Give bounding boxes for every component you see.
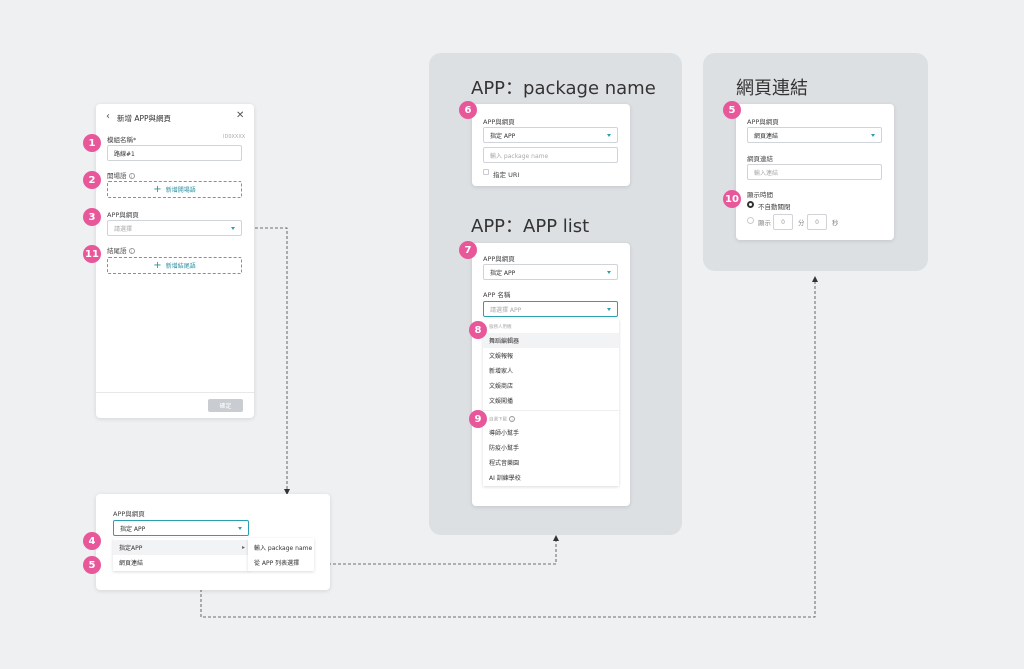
auto-close-label: 不自動關閉 [758, 203, 791, 211]
badge-5b: 5 [723, 101, 741, 119]
link-input[interactable]: 輸入連結 [747, 164, 882, 180]
badge-8: 8 [469, 321, 487, 339]
dropdown-demo: APP與網頁 指定 APP 指定APP ▸ 網頁連結 輸入 package nam… [96, 494, 330, 590]
app-name-select[interactable]: 請選擇 APP [483, 301, 618, 317]
app-name-label: APP 名稱 [483, 291, 511, 299]
close-icon[interactable]: ✕ [236, 110, 244, 121]
applist-panel-title: APP：APP list [471, 216, 590, 237]
group-head-download: 自選下載 i [489, 416, 515, 423]
package-app-select[interactable]: 指定 APP [483, 127, 618, 143]
option-specify-app[interactable]: 指定APP ▸ [113, 540, 249, 555]
applist-card: APP與網頁 指定 APP APP 名稱 請選擇 APP 服務人用機 舞蹈編輯器… [472, 243, 630, 506]
info-icon: i [128, 248, 135, 254]
chevron-down-icon [607, 271, 611, 274]
web-card: APP與網頁 網頁連結 網頁連結 輸入連結 顯示時間 不自動關閉 顯示 0 分 … [736, 104, 894, 240]
name-label: 模組名稱* [107, 136, 137, 144]
web-app-select[interactable]: 網頁連結 [747, 127, 882, 143]
package-name-input[interactable]: 輸入 package name [483, 147, 618, 163]
opening-label: 開場語 i [107, 170, 135, 180]
submenu: 輸入 package name 從 APP 列表選擇 [248, 538, 314, 571]
seconds-input[interactable]: 0 [807, 214, 827, 230]
applist-app-label: APP與網頁 [483, 255, 515, 263]
app-list-menu: 服務人用機 舞蹈編輯器 文娛報報 新增家人 文娛商店 文娛闖播 自選下載 i 導師… [483, 319, 619, 486]
seconds-unit: 秒 [832, 219, 839, 227]
applist-app-select[interactable]: 指定 APP [483, 264, 618, 280]
list-item[interactable]: 防疫小幫手 [483, 440, 619, 455]
minutes-unit: 分 [798, 219, 805, 227]
package-panel-title: APP：package name [471, 78, 656, 99]
footer-divider [96, 392, 254, 393]
badge-11: 11 [83, 245, 101, 263]
badge-9: 9 [469, 410, 487, 428]
group-head-service: 服務人用機 [489, 325, 512, 330]
list-item[interactable]: AI 訓練學校 [483, 470, 619, 485]
list-item[interactable]: 舞蹈編輯器 [483, 333, 619, 348]
list-item[interactable]: 新增家人 [483, 363, 619, 378]
list-item[interactable]: 文娛商店 [483, 378, 619, 393]
list-item[interactable]: 程式音樂園 [483, 455, 619, 470]
submenu-package-name[interactable]: 輸入 package name [248, 540, 314, 555]
menu-divider [483, 410, 619, 411]
list-item[interactable]: 文娛闖播 [483, 393, 619, 408]
badge-5: 5 [83, 556, 101, 574]
link-label: 網頁連結 [747, 155, 773, 163]
show-label: 顯示 [758, 219, 771, 227]
web-panel-title: 網頁連結 [736, 78, 808, 99]
dropdown-select[interactable]: 指定 APP [113, 520, 249, 536]
package-card: APP與網頁 指定 APP 輸入 package name 指定 URI [472, 104, 630, 186]
package-app-label: APP與網頁 [483, 118, 515, 126]
uri-checkbox[interactable] [483, 169, 489, 175]
info-icon: i [509, 416, 515, 422]
chevron-down-icon [231, 227, 235, 230]
badge-1: 1 [83, 134, 101, 152]
option-web-link[interactable]: 網頁連結 [113, 555, 249, 570]
add-opening-button[interactable]: + 新增開場語 [107, 181, 242, 198]
chevron-right-icon: ▸ [241, 544, 245, 551]
form-title: 新增 APP與網頁 [117, 114, 172, 123]
chevron-down-icon [607, 134, 611, 137]
uri-label: 指定 URI [493, 171, 520, 179]
badge-4: 4 [83, 532, 101, 550]
submenu-app-list[interactable]: 從 APP 列表選擇 [248, 555, 314, 570]
show-radio[interactable] [747, 217, 754, 224]
chevron-down-icon [607, 308, 611, 311]
chevron-down-icon [238, 527, 242, 530]
badge-3: 3 [83, 208, 101, 226]
minutes-input[interactable]: 0 [773, 214, 793, 230]
name-input[interactable]: 路線#1 [107, 145, 242, 161]
back-chevron-icon[interactable]: ‹ [106, 111, 110, 122]
web-app-label: APP與網頁 [747, 118, 779, 126]
badge-10: 10 [723, 190, 741, 208]
app-select[interactable]: 請選擇 [107, 220, 242, 236]
dropdown-label: APP與網頁 [113, 510, 145, 518]
badge-2: 2 [83, 171, 101, 189]
duration-label: 顯示時間 [747, 191, 773, 199]
plus-icon: + [153, 183, 162, 195]
info-icon: i [128, 173, 135, 179]
add-app-web-form: ‹ 新增 APP與網頁 ✕ 模組名稱* ID0XXXX 路線#1 開場語 i + 新… [96, 104, 254, 418]
list-item[interactable]: 文娛報報 [483, 348, 619, 363]
badge-6: 6 [459, 101, 477, 119]
dropdown-menu: 指定APP ▸ 網頁連結 [113, 538, 249, 571]
name-counter: ID0XXXX [223, 134, 246, 140]
badge-7: 7 [459, 241, 477, 259]
plus-icon: + [153, 259, 162, 271]
add-closing-button[interactable]: + 新增結尾語 [107, 257, 242, 274]
auto-close-radio[interactable] [747, 201, 754, 208]
chevron-down-icon [871, 134, 875, 137]
confirm-button[interactable]: 確定 [208, 399, 243, 412]
app-label: APP與網頁 [107, 211, 139, 219]
list-item[interactable]: 導師小幫手 [483, 425, 619, 440]
closing-label: 結尾語 i [107, 245, 135, 255]
